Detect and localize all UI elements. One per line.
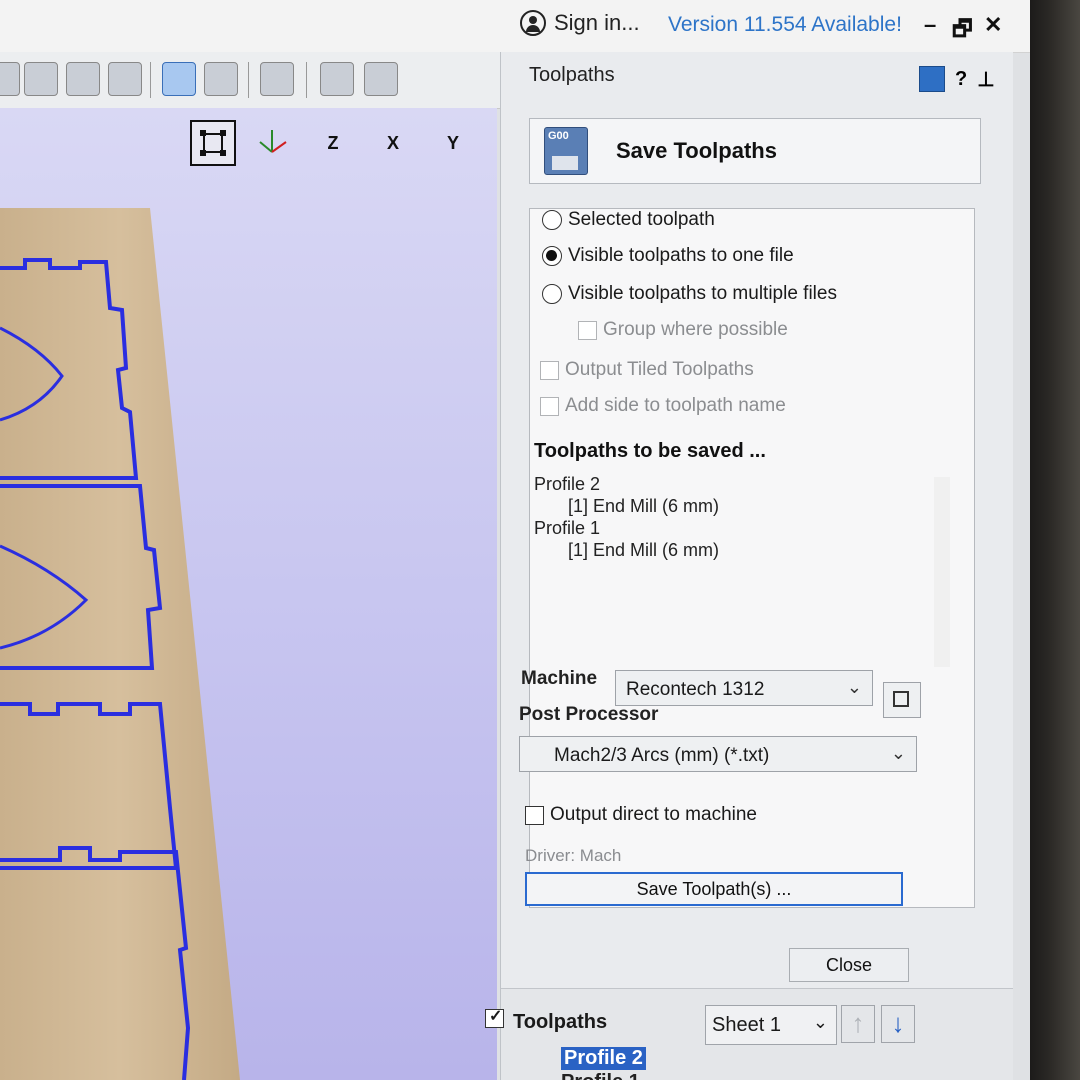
pin-icon[interactable]: ⊥ [977,67,994,92]
sign-in-label: Sign in... [554,10,640,35]
show-toolpaths-icon[interactable] [162,62,196,96]
toolbar-divider [306,62,307,98]
3d-viewport[interactable]: Z X Y [0,108,497,1080]
driver-label: Driver: Mach [525,846,622,865]
zoom-extents-icon[interactable] [66,62,100,96]
output-section: Output direct to machine Driver: Mach Sa… [525,164,915,954]
toolbar-divider [150,62,151,98]
sheet-select-value: Sheet 1 [712,1014,781,1036]
move-up-button[interactable]: ↑ [841,1005,875,1043]
checkbox-box[interactable] [525,805,544,825]
checkbox-label: Output direct to machine [550,804,757,825]
toolpaths-panel: Toolpaths ? ⊥ G00 Save Toolpaths Selecte… [485,52,1013,1080]
material-sheet [0,208,240,1080]
title-bar: Sign in... Version 11.554 Available! – 🗗… [0,0,1030,53]
zoom-box-icon[interactable] [24,62,58,96]
pan-icon[interactable] [0,62,20,96]
chevron-down-icon: ⌄ [812,1012,828,1032]
screen: Sign in... Version 11.554 Available! – 🗗… [0,0,1030,1080]
toolpaths-toggle[interactable]: ✓ [485,1008,504,1028]
restore-button[interactable]: 🗗 [952,12,973,50]
toolpaths-list-title: Toolpaths [513,1011,608,1033]
layout-2d-icon[interactable] [320,62,354,96]
checkbox-output-direct[interactable]: Output direct to machine [525,804,757,826]
toolbar-divider [248,62,249,98]
checkbox-box-checked[interactable]: ✓ [485,1008,504,1028]
panel-title: Toolpaths [529,64,615,86]
user-icon [520,10,546,36]
dock-icon[interactable] [919,66,945,92]
help-icon[interactable]: ? [955,68,967,91]
close-button[interactable]: Close [789,948,909,982]
gcode-icon-text: G00 [548,130,569,142]
view-toolbar [0,52,500,109]
tree-item-selected[interactable]: Profile 2 [561,1047,646,1070]
minimize-button[interactable]: – [924,12,936,38]
move-down-button[interactable]: ↓ [881,1005,915,1043]
layout-3d-icon[interactable] [364,62,398,96]
sheet-select[interactable]: Sheet 1 ⌄ [705,1005,837,1045]
close-window-button[interactable]: ✕ [984,12,1002,38]
list-scrollbar[interactable] [934,477,950,667]
toolpaths-list-panel: ✓ Toolpaths Sheet 1 ⌄ ↑ ↓ Profile 2 Prof… [485,988,1013,1080]
tree-item[interactable]: Profile 1 [561,1071,640,1080]
workpiece-drawing [0,208,240,1080]
version-available-link[interactable]: Version 11.554 Available! [668,13,902,37]
render-mode-icon[interactable] [204,62,238,96]
zoom-selected-icon[interactable] [108,62,142,96]
sign-in-link[interactable]: Sign in... [520,10,640,36]
save-toolpaths-title: Save Toolpaths [616,138,777,163]
monitor-bezel [1030,0,1080,1080]
panel-tools: ? ⊥ [919,66,995,92]
preview-icon[interactable] [260,62,294,96]
save-toolpaths-button[interactable]: Save Toolpath(s) ... [525,872,903,906]
